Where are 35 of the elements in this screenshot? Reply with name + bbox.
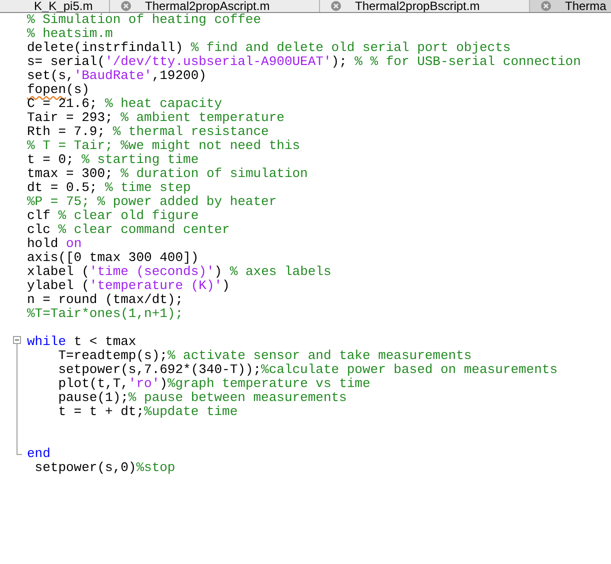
- code-line: axis([0 tmax 300 400]): [27, 251, 199, 265]
- code-line: clc % clear command center: [27, 223, 230, 237]
- code-line: % heatsim.m: [27, 27, 113, 41]
- code-line: hold on: [27, 237, 82, 251]
- code-line: n = round (tmax/dt);: [27, 293, 184, 307]
- editor-tab[interactable]: Therma: [530, 0, 611, 12]
- code-line: tmax = 300; % duration of simulation: [27, 167, 308, 181]
- code-line: % Simulation of heating coffee: [27, 13, 262, 27]
- code-line: % T = Tair; %we might not need this: [27, 139, 300, 153]
- code-line: T=readtemp(s);% activate sensor and take measurements: [57, 349, 472, 363]
- code-line: setpower(s,7.692*(340-T));%calculate power based on measurements: [57, 363, 558, 377]
- close-icon[interactable]: [331, 1, 341, 11]
- code-line: xlabel ('time (seconds)') % axes labels: [27, 265, 332, 279]
- code-line: pause(1);% pause between measurements: [57, 391, 347, 405]
- code-line: C = 21.6; % heat capacity: [27, 97, 222, 111]
- code-line: set(s,'BaudRate',19200): [27, 69, 206, 83]
- code-line: setpower(s,0)%stop: [34, 461, 176, 475]
- code-line: Rth = 7.9; % thermal resistance: [27, 125, 269, 139]
- code-line: Tair = 293; % ambient temperature: [27, 111, 284, 125]
- code-line: t = 0; % starting time: [27, 153, 199, 167]
- code-line: ylabel ('temperature (K)'): [27, 279, 230, 293]
- close-icon[interactable]: [541, 1, 551, 11]
- code-line: end: [27, 447, 50, 461]
- code-line: %P = 75; % power added by heater: [27, 195, 277, 209]
- code-line: t = t + dt;%update time: [57, 405, 238, 419]
- fold-marker-icon[interactable]: [13, 335, 22, 349]
- code-line: s= serial('/dev/tty.usbserial-A900UEAT'); % % for USB-serial connection: [27, 55, 581, 69]
- code-line: delete(instrfindall) % find and delete old serial port objects: [27, 41, 511, 55]
- code-line: clf % clear old figure: [27, 209, 199, 223]
- code-line: %T=Tair*ones(1,n+1);: [27, 307, 184, 321]
- code-line: plot(t,T,'ro')%graph temperature vs time: [57, 377, 370, 391]
- code-line: dt = 0.5; % time step: [27, 181, 191, 195]
- code-line: while t < tmax: [27, 335, 136, 349]
- code-line: fopen(s): [27, 83, 90, 97]
- close-icon[interactable]: [121, 1, 131, 11]
